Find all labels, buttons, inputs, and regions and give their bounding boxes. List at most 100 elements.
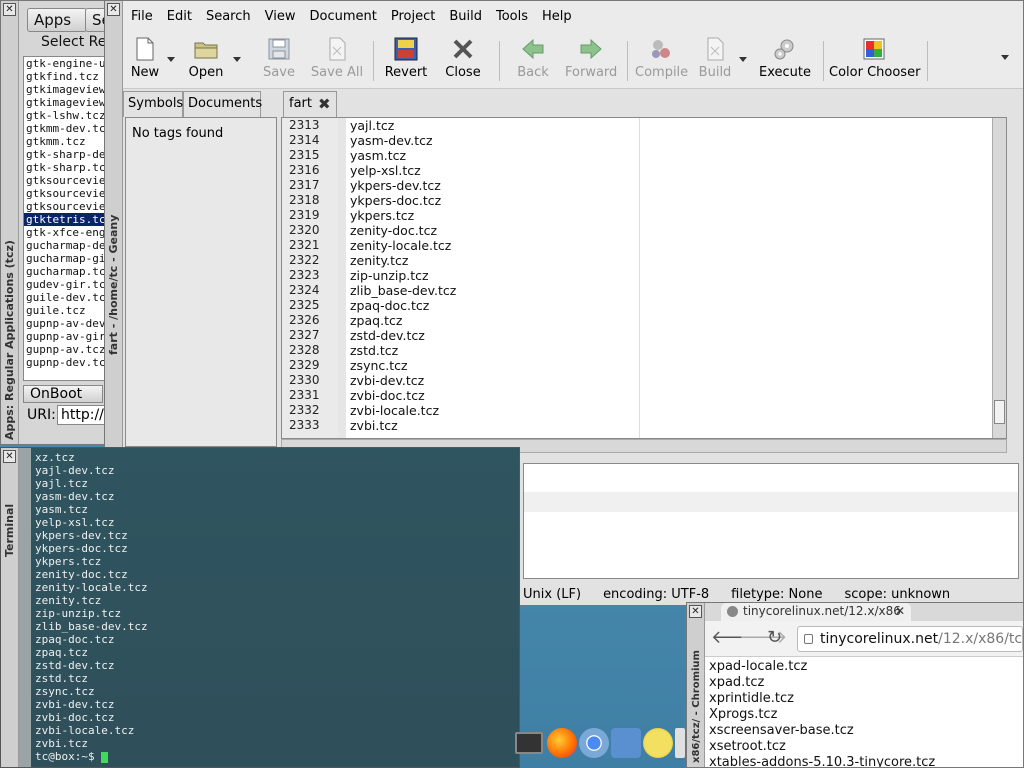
toolbar: New Open Save Save All Revert Close Back… xyxy=(123,33,1023,89)
terminal-line: xz.tcz xyxy=(35,451,75,464)
terminal-line: yajl.tcz xyxy=(35,477,88,490)
toolbar-overflow-icon[interactable] xyxy=(1001,55,1009,60)
terminal-line: zenity.tcz xyxy=(35,594,102,607)
browser-tab-close-icon[interactable]: ✕ xyxy=(895,603,905,619)
list-item[interactable]: xsetroot.tcz xyxy=(709,739,1023,755)
menu-document[interactable]: Document xyxy=(302,1,383,33)
terminal-body[interactable]: xz.tcz yajl-dev.tcz yajl.tcz yasm-dev.tcz ya… xyxy=(19,448,519,767)
apps-window-title: Apps: Regular Applications (tcz) xyxy=(3,240,16,440)
menu-search[interactable]: Search xyxy=(199,1,258,33)
back-button[interactable]: Back xyxy=(513,33,553,89)
editor-line: zenity-locale.tcz xyxy=(350,238,452,253)
revert-button[interactable]: Revert xyxy=(383,33,429,89)
fold-margin[interactable] xyxy=(338,118,346,438)
editor-line: zstd.tcz xyxy=(350,343,399,358)
menu-build[interactable]: Build xyxy=(442,1,489,33)
terminal-window-title: Terminal xyxy=(3,503,16,557)
tab-fart[interactable]: fart ✖ xyxy=(283,91,337,117)
geany-window-title: fart - /home/tc - Geany xyxy=(107,214,120,355)
editor-vertical-scrollbar[interactable] xyxy=(992,118,1006,438)
doc-tab-label: fart xyxy=(289,96,312,111)
close-icon xyxy=(451,37,475,61)
terminal-line: zenity-locale.tcz xyxy=(35,581,148,594)
line-number: 2314 xyxy=(289,133,320,147)
open-button[interactable]: Open xyxy=(185,33,227,89)
chromium-close-icon[interactable]: ✕ xyxy=(689,605,702,618)
browser-toolbar: 🡐 🡒 ↻ tinycorelinux.net/12.x/x86/tcz/ xyxy=(705,621,1023,657)
editor-text[interactable]: yajl.tcz yasm-dev.tcz yasm.tcz yelp-xsl.tcz… xyxy=(350,118,456,433)
list-item[interactable]: xscreensaver-base.tcz xyxy=(709,723,1023,739)
onboot-dropdown[interactable]: OnBoot xyxy=(23,385,103,403)
terminal-line: zlib_base-dev.tcz xyxy=(35,620,148,633)
build-button[interactable]: Build xyxy=(695,33,735,89)
list-item[interactable]: xprintidle.tcz xyxy=(709,691,1023,707)
address-bar[interactable]: tinycorelinux.net/12.x/x86/tcz/ xyxy=(797,626,1023,652)
menu-file[interactable]: File xyxy=(123,1,160,33)
open-dropdown-icon[interactable] xyxy=(233,57,241,62)
symbols-panel: No tags found xyxy=(125,117,277,447)
terminal-line: zvbi-dev.tcz xyxy=(35,698,115,711)
terminal-close-icon[interactable]: ✕ xyxy=(3,450,16,463)
forward-button[interactable]: Forward xyxy=(565,33,617,89)
close-tab-icon[interactable]: ✖ xyxy=(318,97,332,112)
geany-close-icon[interactable]: ✕ xyxy=(107,3,120,16)
message-window[interactable] xyxy=(523,463,1019,579)
tab-documents[interactable]: Documents xyxy=(183,91,262,117)
no-tags-label: No tags found xyxy=(132,126,224,141)
save-all-button[interactable]: Save All xyxy=(307,33,367,89)
terminal-line: zpaq.tcz xyxy=(35,646,88,659)
line-number: 2325 xyxy=(289,298,320,312)
list-item[interactable]: xpad-locale.tcz xyxy=(709,659,1023,675)
menu-edit[interactable]: Edit xyxy=(160,1,199,33)
line-number: 2320 xyxy=(289,223,320,237)
firefox-icon[interactable] xyxy=(547,728,577,758)
new-dropdown-icon[interactable] xyxy=(167,57,175,62)
app-launcher-icon[interactable] xyxy=(611,728,641,758)
terminal-prompt[interactable]: tc@box:~$ xyxy=(35,750,148,763)
apps-title-bar[interactable]: ✕ Apps: Regular Applications (tcz) xyxy=(1,1,19,444)
menu-tools[interactable]: Tools xyxy=(489,1,535,33)
browser-page: xpad-locale.tcz xpad.tcz xprintidle.tcz Xpr… xyxy=(709,659,1023,767)
menu-view[interactable]: View xyxy=(258,1,303,33)
sidebar-tabs: Symbols Documents xyxy=(123,91,281,117)
save-icon xyxy=(267,37,291,61)
chromium-icon[interactable] xyxy=(579,728,609,758)
execute-button[interactable]: Execute xyxy=(759,33,811,89)
partial-icon[interactable] xyxy=(675,728,685,758)
build-dropdown-icon[interactable] xyxy=(739,57,747,62)
terminal-line: yajl-dev.tcz xyxy=(35,464,115,477)
emoji-icon[interactable] xyxy=(643,728,673,758)
menu-help[interactable]: Help xyxy=(535,1,579,33)
color-chooser-button[interactable]: Color Chooser xyxy=(829,33,920,89)
list-item[interactable]: Xprogs.tcz xyxy=(709,707,1023,723)
menu-project[interactable]: Project xyxy=(384,1,442,33)
toolbar-separator xyxy=(373,41,374,81)
close-button[interactable]: Close xyxy=(441,33,485,89)
tab-symbols[interactable]: Symbols xyxy=(123,91,183,117)
editor-line: zip-unzip.tcz xyxy=(350,268,429,283)
terminal-scrollbar[interactable] xyxy=(19,448,31,767)
select-label: Select Re xyxy=(41,34,107,50)
browser-tab[interactable]: tinycorelinux.net/12.x/x86 xyxy=(721,603,911,621)
revert-icon xyxy=(394,37,418,61)
editor-line: zvbi-dev.tcz xyxy=(350,373,425,388)
open-folder-icon xyxy=(194,37,218,61)
apps-close-icon[interactable]: ✕ xyxy=(3,3,16,16)
terminal-line: zvbi-locale.tcz xyxy=(35,724,135,737)
terminal-title-bar[interactable]: ✕ Terminal xyxy=(1,448,19,767)
page-info-icon[interactable] xyxy=(804,634,813,644)
terminal-line: zstd.tcz xyxy=(35,672,88,685)
apps-button[interactable]: Apps xyxy=(27,8,87,32)
new-button[interactable]: New xyxy=(127,33,163,89)
list-item[interactable]: xpad.tcz xyxy=(709,675,1023,691)
reload-icon[interactable]: ↻ xyxy=(767,629,782,647)
list-item[interactable]: xtables-addons-5.10.3-tinycore.tcz xyxy=(709,755,1023,767)
terminal-launcher-icon[interactable] xyxy=(515,732,543,754)
chromium-title-bar[interactable]: ✕ x86/tcz/ - Chromium xyxy=(687,603,705,767)
compile-button[interactable]: Compile xyxy=(635,33,688,89)
forward-arrow-icon xyxy=(579,37,603,61)
save-button[interactable]: Save xyxy=(259,33,299,89)
scrollbar-thumb[interactable] xyxy=(994,400,1005,424)
terminal-line: ykpers-doc.tcz xyxy=(35,542,128,555)
editor[interactable]: 2313 2314 2315 2316 2317 2318 2319 2320 2321 2322… xyxy=(281,117,1007,439)
